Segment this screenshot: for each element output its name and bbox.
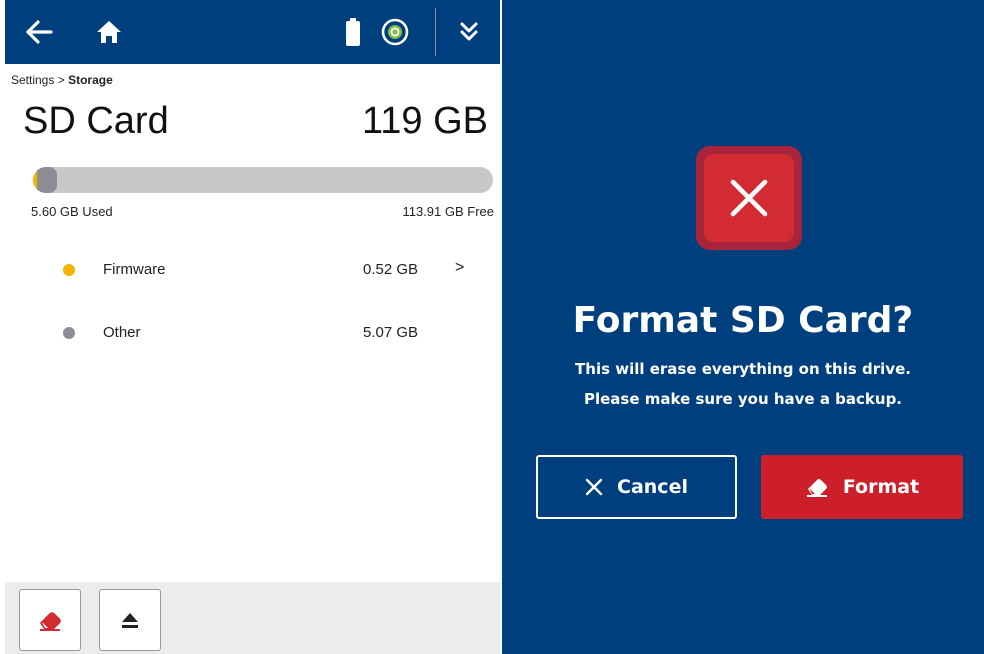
storage-item-name: Other xyxy=(103,324,141,341)
eject-icon xyxy=(122,613,138,628)
storage-title: SD Card xyxy=(23,100,169,142)
dialog-title: Format SD Card? xyxy=(572,300,914,341)
close-icon xyxy=(585,478,603,496)
toolbar-divider xyxy=(435,8,436,56)
dialog-message-line1: This will erase everything on this drive… xyxy=(575,360,911,378)
breadcrumb-parent[interactable]: Settings xyxy=(11,73,54,87)
breadcrumb-separator: > xyxy=(57,73,65,87)
breadcrumb: Settings > Storage xyxy=(11,73,113,87)
home-icon[interactable] xyxy=(89,14,129,50)
firmware-color-dot xyxy=(63,264,75,276)
cancel-button-label: Cancel xyxy=(617,476,688,498)
storage-item-size: 0.52 GB xyxy=(363,261,419,278)
eraser-icon xyxy=(39,612,61,631)
storage-item-name: Firmware xyxy=(103,261,166,278)
format-card-button[interactable] xyxy=(19,589,81,651)
chevron-right-icon: > xyxy=(455,259,465,276)
battery-icon xyxy=(341,16,365,48)
free-space-label: 113.91 GB Free xyxy=(402,204,494,219)
dialog-message-line2: Please make sure you have a backup. xyxy=(583,390,903,408)
usage-bar-other xyxy=(37,167,57,193)
cancel-button[interactable]: Cancel xyxy=(536,455,737,519)
storage-item-size: 5.07 GB xyxy=(363,324,419,341)
storage-capacity: 119 GB xyxy=(361,100,488,142)
format-button[interactable]: Format xyxy=(761,455,963,519)
eject-card-button[interactable] xyxy=(99,589,161,651)
error-icon xyxy=(696,146,802,250)
format-button-label: Format xyxy=(842,476,920,498)
other-color-dot xyxy=(63,327,75,339)
sync-status-icon[interactable] xyxy=(379,16,411,48)
storage-usage-bar xyxy=(33,167,493,193)
storage-item-other: Other 5.07 GB xyxy=(5,313,500,353)
storage-screen: Settings > Storage SD Card 119 GB 5.60 G… xyxy=(5,0,500,654)
used-space-label: 5.60 GB Used xyxy=(31,204,113,219)
bottom-action-bar xyxy=(5,582,500,654)
format-dialog: Format SD Card? This will erase everythi… xyxy=(502,0,984,654)
top-bar xyxy=(5,0,500,64)
back-arrow-icon[interactable] xyxy=(19,14,59,50)
storage-item-firmware[interactable]: Firmware 0.52 GB > xyxy=(5,250,500,290)
breadcrumb-current: Storage xyxy=(68,73,113,87)
eraser-icon xyxy=(806,479,827,497)
expand-chevrons-icon[interactable] xyxy=(449,14,489,50)
